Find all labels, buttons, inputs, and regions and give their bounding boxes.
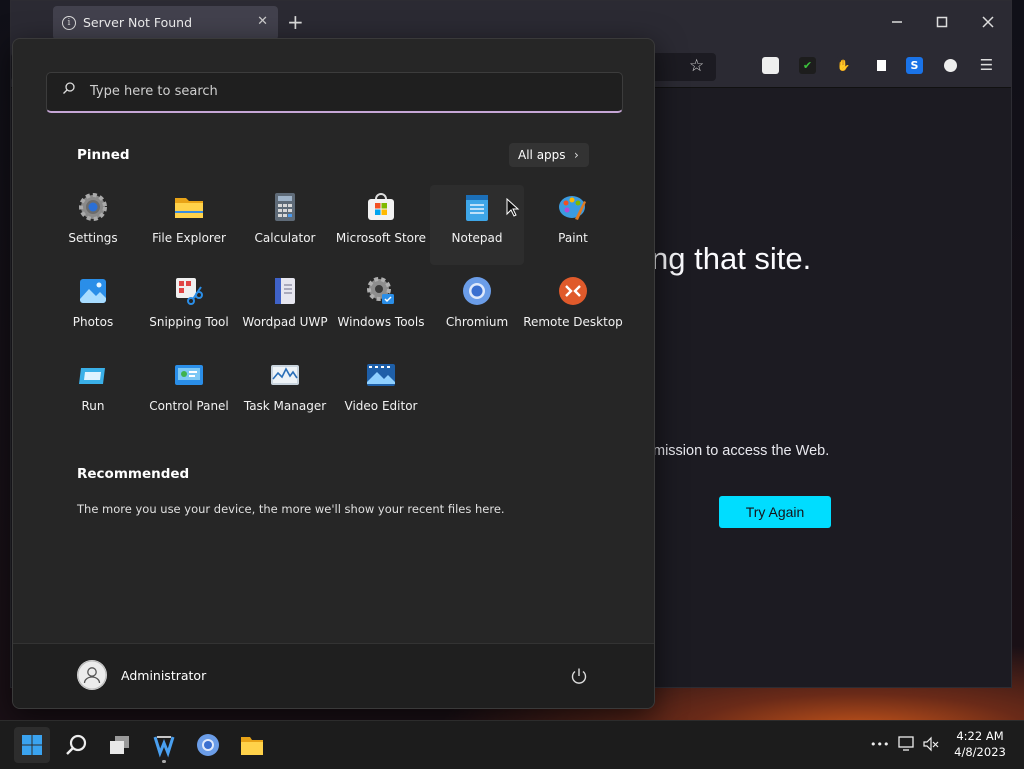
start-menu-footer: Administrator [13,643,654,708]
taskbar-chromium[interactable] [190,727,226,763]
running-indicator [162,760,166,763]
chromium-icon [197,734,219,756]
run-icon [79,368,105,384]
hand-extension-icon[interactable]: ✋ [835,57,852,74]
show-hidden-icons-button[interactable]: ••• [870,738,889,751]
paint-palette-icon [559,196,586,220]
pinned-app-wordpad-uwp[interactable]: Wordpad UWP [238,269,332,349]
search-icon [66,734,87,755]
check-extension-icon[interactable]: ✔ [799,57,816,74]
remote-desktop-icon [559,277,587,305]
network-icon[interactable] [898,736,916,752]
pinned-app-microsoft-store[interactable]: Microsoft Store [334,185,428,265]
taskbar-search-button[interactable] [58,727,94,763]
folder-icon [241,737,263,755]
tools-gear-icon [367,277,394,304]
pinned-app-settings[interactable]: Settings [46,185,140,265]
start-menu: Type here to search Pinned All apps › Se… [12,38,655,709]
square-extension-icon[interactable] [873,57,890,74]
all-apps-label: All apps [518,148,566,162]
info-icon: i [62,16,76,30]
settings-icon [79,193,107,221]
taskbar-app-generic[interactable] [146,727,182,763]
clock-time: 4:22 AM [956,729,1004,743]
close-icon [982,16,994,28]
pinned-app-calculator[interactable]: Calculator [238,185,332,265]
tab-title: Server Not Found [83,15,193,30]
system-clock[interactable]: 4:22 AM 4/8/2023 [944,728,1016,760]
pinned-app-paint[interactable]: Paint [526,185,620,265]
pinned-heading: Pinned [77,147,130,163]
bookmark-star-icon[interactable]: ☆ [689,56,704,76]
s-extension-icon[interactable]: S [906,57,923,74]
clock-date: 4/8/2023 [954,745,1006,759]
error-heading: ng that site. [651,241,812,276]
eye-extension-icon[interactable] [942,57,959,74]
scissors-icon [176,278,203,305]
try-again-button[interactable]: Try Again [719,496,831,528]
pinned-app-photos[interactable]: Photos [46,269,140,349]
volume-muted-icon[interactable] [922,736,940,752]
tab-close-button[interactable]: ✕ [257,14,268,29]
pinned-app-video-editor[interactable]: Video Editor [334,353,428,433]
menu-icon[interactable]: ☰ [978,57,995,74]
store-icon [368,193,394,220]
pinned-app-file-explorer[interactable]: File Explorer [142,185,236,265]
taskbar: ••• 4:22 AM 4/8/2023 [0,720,1024,769]
folder-icon [175,198,203,218]
search-input[interactable]: Type here to search [46,72,623,113]
pinned-app-control-panel[interactable]: Control Panel [142,353,236,433]
tab-server-not-found[interactable]: i Server Not Found ✕ [53,6,278,40]
pinned-app-snipping-tool[interactable]: Snipping Tool [142,269,236,349]
minimize-icon [892,21,902,23]
avatar[interactable] [77,660,107,690]
maximize-icon [936,16,948,28]
recommended-heading: Recommended [77,466,190,482]
windows-logo-icon [22,735,42,755]
calculator-icon [275,193,295,221]
app-label: Remote Desktop [523,315,623,329]
maximize-button[interactable] [928,9,956,37]
photos-icon [80,279,106,303]
pinned-app-notepad[interactable]: Notepad [430,185,524,265]
app-label: Video Editor [344,399,418,413]
task-manager-icon [271,365,299,385]
search-placeholder: Type here to search [90,84,218,99]
chevron-right-icon: › [574,148,579,162]
mouse-cursor-icon [506,198,520,217]
close-window-button[interactable] [974,9,1002,37]
mail-extension-icon[interactable] [762,57,779,74]
user-name[interactable]: Administrator [121,668,206,683]
minimize-button[interactable] [883,9,911,37]
all-apps-button[interactable]: All apps › [509,143,589,167]
recommended-empty-text: The more you use your device, the more w… [77,502,505,516]
pinned-app-task-manager[interactable]: Task Manager [238,353,332,433]
wordpad-icon [275,278,295,304]
task-view-button[interactable] [102,727,138,763]
task-view-icon [110,736,129,754]
user-icon [77,660,107,690]
pinned-app-remote-desktop[interactable]: Remote Desktop [523,269,623,349]
app-label: Paint [558,231,588,245]
notepad-icon [466,195,488,221]
new-tab-button[interactable]: + [287,10,304,34]
search-icon [63,82,75,94]
pinned-app-chromium[interactable]: Chromium [430,269,524,349]
pinned-app-run[interactable]: Run [46,353,140,433]
control-panel-icon [175,365,203,385]
app-logo-icon [153,736,175,758]
taskbar-file-explorer[interactable] [234,727,270,763]
pinned-app-windows-tools[interactable]: Windows Tools [334,269,428,349]
start-button[interactable] [14,727,50,763]
power-icon[interactable] [569,666,589,686]
chromium-icon [463,277,491,305]
video-editor-icon [367,364,395,386]
error-text: mission to access the Web. [653,443,830,459]
